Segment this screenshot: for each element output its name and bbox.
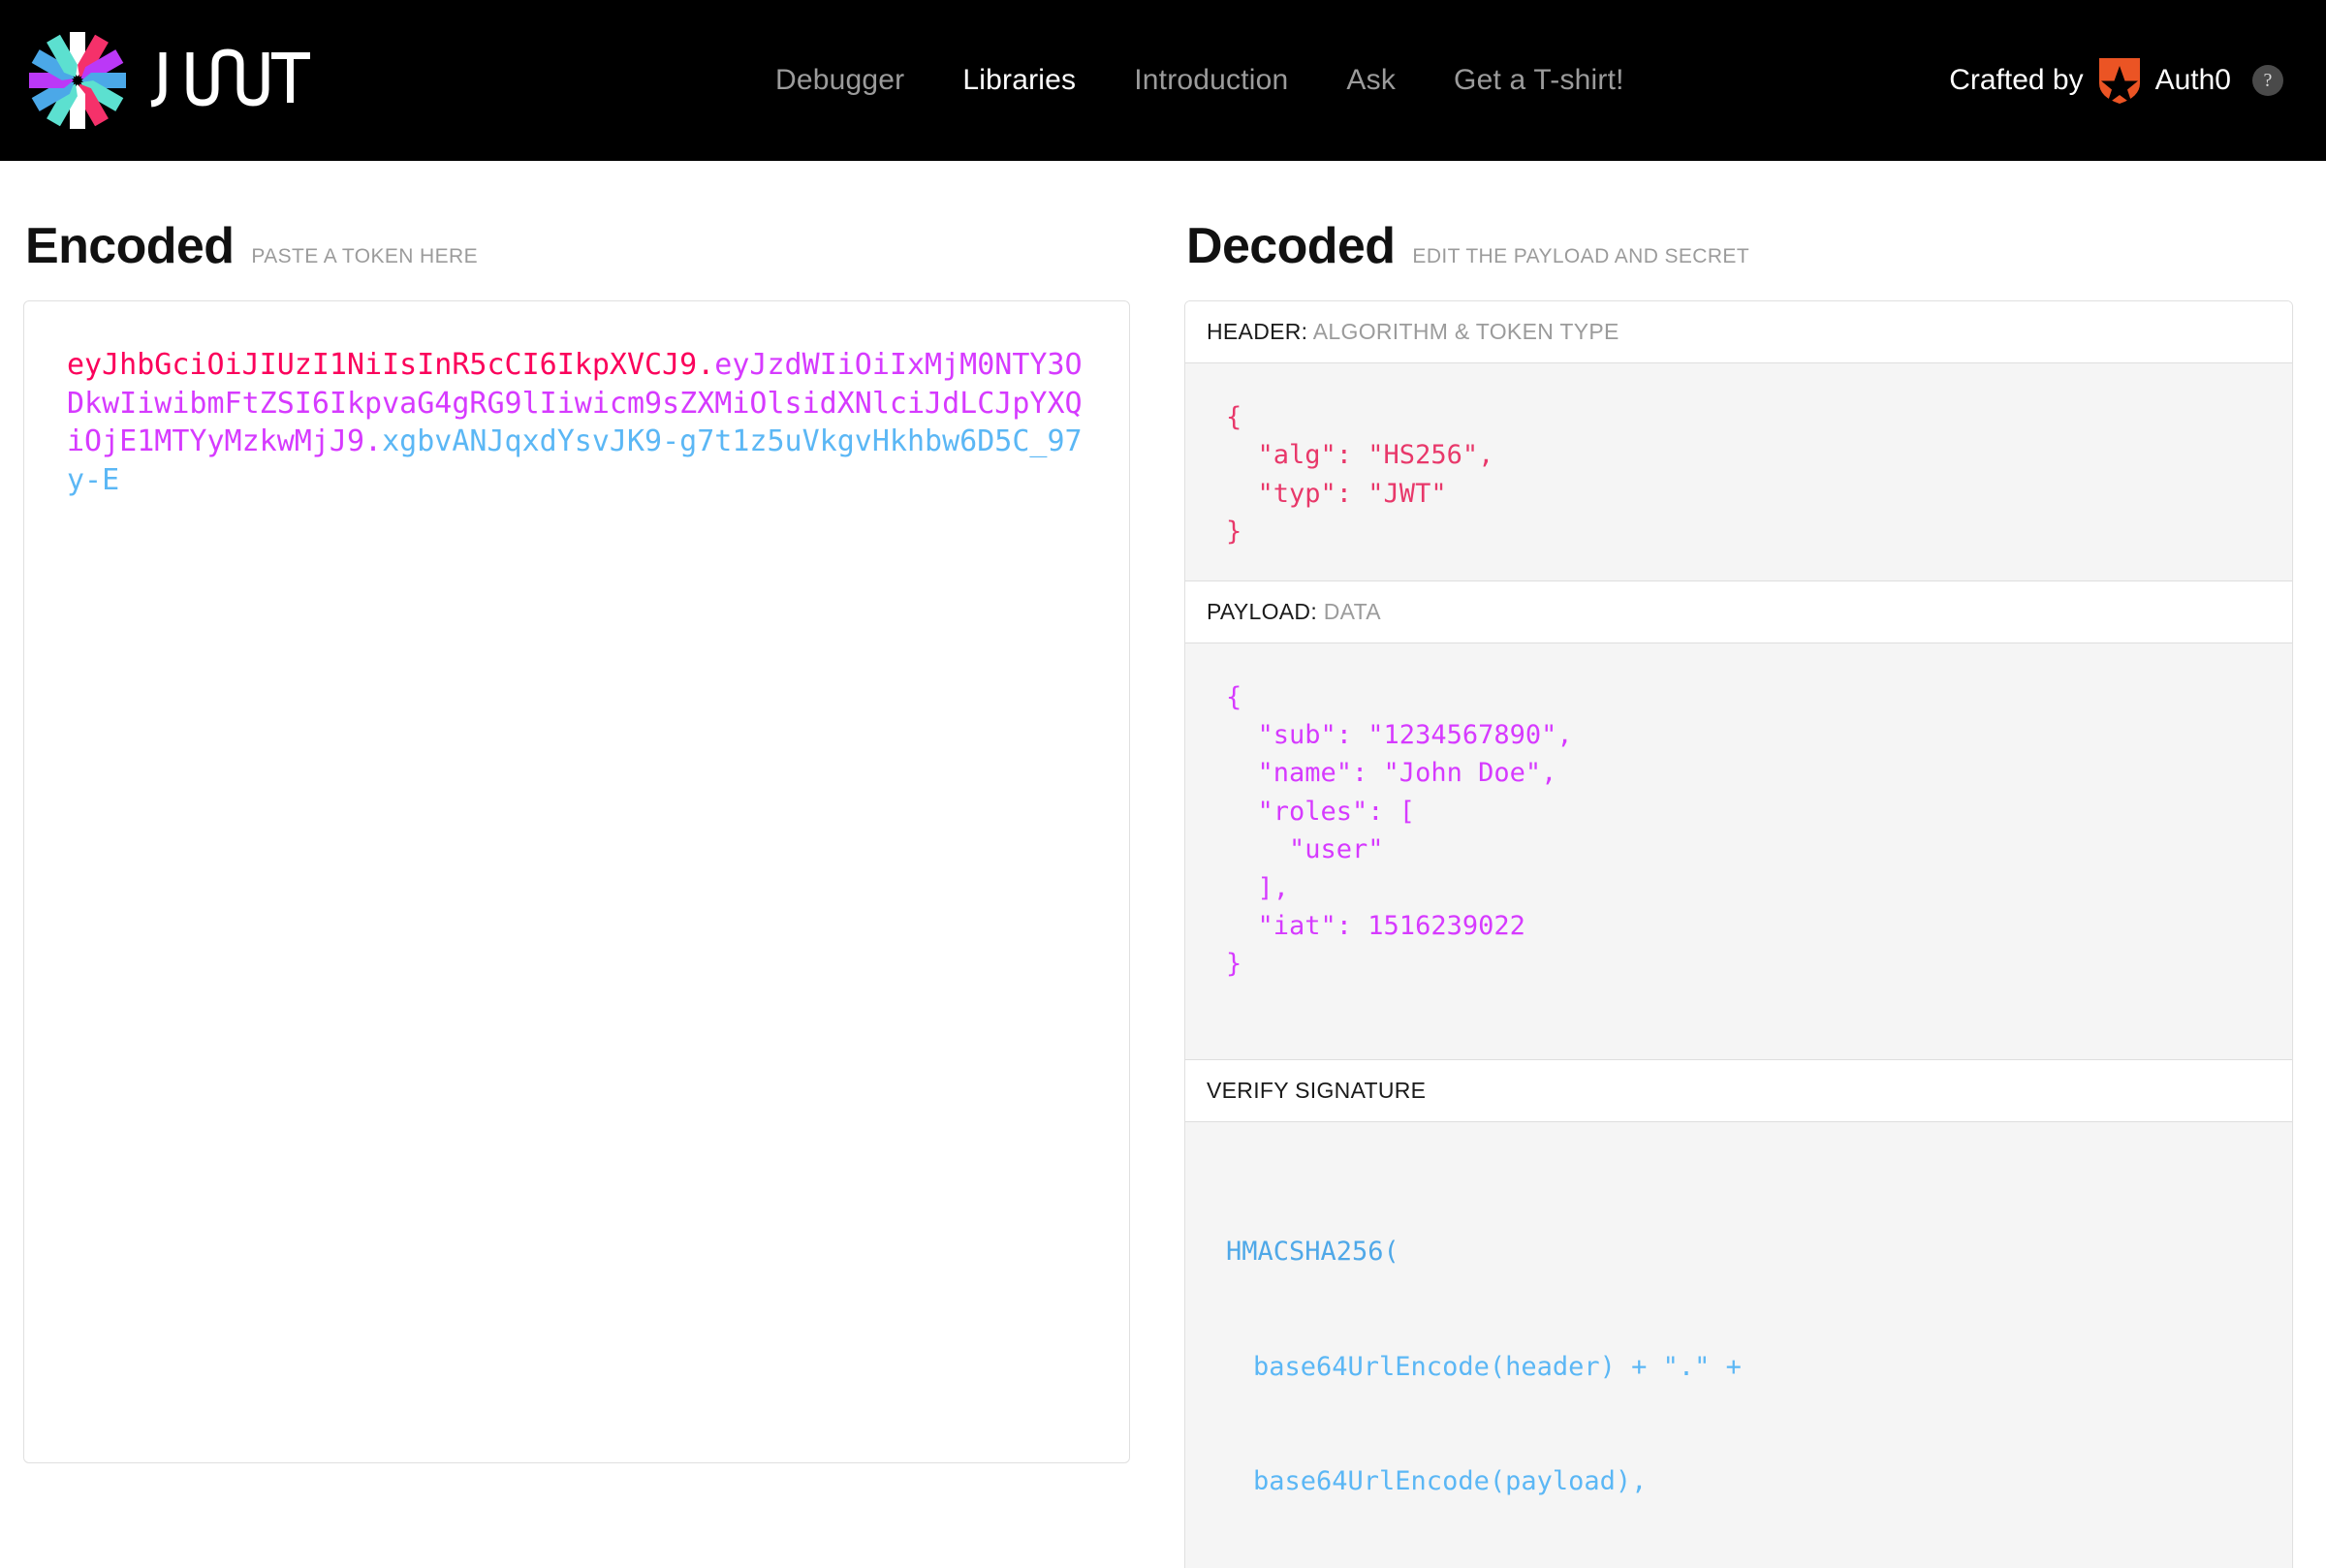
- header-json-editor[interactable]: { "alg": "HS256", "typ": "JWT" }: [1185, 363, 2292, 581]
- primary-nav: Debugger Libraries Introduction Ask Get …: [746, 58, 1653, 103]
- signature-line-2: base64UrlEncode(header) + "." +: [1226, 1348, 2251, 1386]
- header-label-muted: ALGORITHM & TOKEN TYPE: [1313, 319, 1619, 344]
- encoded-column: Encoded PASTE A TOKEN HERE eyJhbGciOiJIU…: [0, 161, 1163, 1568]
- decoded-panel: HEADER: ALGORITHM & TOKEN TYPE { "alg": …: [1184, 300, 2293, 1568]
- verify-signature-label: VERIFY SIGNATURE: [1207, 1078, 1426, 1103]
- nav-link-get-a-tshirt[interactable]: Get a T-shirt!: [1425, 58, 1653, 103]
- verify-signature-editor: HMACSHA256( base64UrlEncode(header) + ".…: [1185, 1122, 2292, 1568]
- decoded-title: Decoded: [1186, 221, 1395, 271]
- encoded-title: Encoded: [25, 221, 234, 271]
- jwt-starburst-logo-icon: [29, 30, 126, 131]
- top-navbar: Debugger Libraries Introduction Ask Get …: [0, 0, 2326, 161]
- encoded-subtitle: PASTE A TOKEN HERE: [251, 245, 478, 268]
- decoded-heading: Decoded EDIT THE PAYLOAD AND SECRET: [1186, 221, 2293, 271]
- auth0-label: Auth0: [2155, 64, 2231, 97]
- nav-link-ask[interactable]: Ask: [1317, 58, 1425, 103]
- header-label-text: HEADER:: [1207, 319, 1307, 344]
- token-dot-1: .: [697, 348, 714, 382]
- payload-label-text: PAYLOAD:: [1207, 599, 1317, 624]
- token-dot-2: .: [364, 424, 382, 458]
- main-content: Encoded PASTE A TOKEN HERE eyJhbGciOiJIU…: [0, 161, 2326, 1568]
- payload-label-muted: DATA: [1324, 599, 1381, 624]
- auth0-shield-icon: [2097, 56, 2142, 105]
- header-section-label: HEADER: ALGORITHM & TOKEN TYPE: [1185, 301, 2292, 363]
- signature-line-3: base64UrlEncode(payload),: [1226, 1462, 2251, 1500]
- brand-wordmark: [147, 48, 312, 113]
- token-header-part: eyJhbGciOiJIUzI1NiIsInR5cCI6IkpXVCJ9: [67, 348, 697, 382]
- crafted-by-label: Crafted by: [1949, 64, 2083, 97]
- nav-link-introduction[interactable]: Introduction: [1105, 58, 1317, 103]
- crafted-by-auth0[interactable]: Crafted by Auth0 ?: [1949, 56, 2283, 105]
- signature-section-label: VERIFY SIGNATURE: [1185, 1060, 2292, 1122]
- encoded-heading: Encoded PASTE A TOKEN HERE: [25, 221, 1130, 271]
- payload-section-label: PAYLOAD: DATA: [1185, 581, 2292, 643]
- help-icon[interactable]: ?: [2252, 65, 2283, 96]
- decoded-subtitle: EDIT THE PAYLOAD AND SECRET: [1412, 245, 1749, 268]
- signature-line-1: HMACSHA256(: [1226, 1233, 2251, 1270]
- brand[interactable]: [29, 30, 312, 131]
- decoded-column: Decoded EDIT THE PAYLOAD AND SECRET HEAD…: [1163, 161, 2326, 1568]
- nav-link-debugger[interactable]: Debugger: [746, 58, 933, 103]
- payload-json-editor[interactable]: { "sub": "1234567890", "name": "John Doe…: [1185, 643, 2292, 1060]
- encoded-token-input[interactable]: eyJhbGciOiJIUzI1NiIsInR5cCI6IkpXVCJ9.eyJ…: [23, 300, 1130, 1463]
- nav-link-libraries[interactable]: Libraries: [933, 58, 1105, 103]
